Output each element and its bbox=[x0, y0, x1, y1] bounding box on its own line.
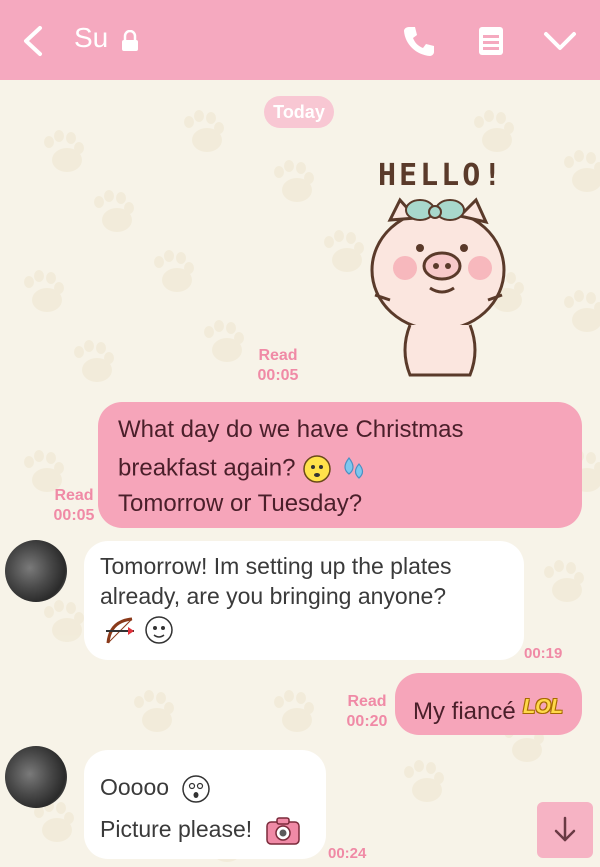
sweat-drops-icon bbox=[344, 457, 363, 479]
hello-pig-sticker[interactable]: HELLO! bbox=[350, 150, 520, 390]
bow-arrow-icon bbox=[106, 617, 134, 644]
message-time: 00:24 bbox=[328, 845, 367, 862]
face-sticker-icon bbox=[145, 616, 173, 644]
message-time: 00:05 bbox=[257, 367, 299, 384]
message-line: Tomorrow! Im setting up the plates bbox=[100, 553, 452, 579]
scroll-to-bottom-button[interactable] bbox=[537, 802, 593, 858]
message-read-receipt: Read 00:20 bbox=[337, 692, 397, 732]
message-text: My fiancé bbox=[413, 698, 516, 725]
read-label: Read bbox=[54, 487, 94, 504]
lock-icon bbox=[122, 30, 138, 51]
camera-icon bbox=[265, 817, 300, 845]
surprised-face-icon bbox=[182, 775, 211, 803]
scroll-down-arrow-icon bbox=[554, 816, 576, 842]
back-arrow-icon[interactable] bbox=[18, 24, 48, 58]
message-line: breakfast again? bbox=[118, 454, 296, 482]
lol-sticker: LOL bbox=[523, 696, 563, 718]
contact-avatar[interactable] bbox=[5, 540, 67, 602]
message-time: 00:20 bbox=[346, 713, 388, 730]
message-line: What day do we have Christmas bbox=[118, 416, 464, 443]
sticker-caption: HELLO! bbox=[378, 158, 505, 193]
message-line: Picture please! bbox=[100, 816, 253, 843]
message-line: already, are you bringing anyone? bbox=[100, 583, 447, 609]
message-read-receipt: Read 00:05 bbox=[44, 486, 104, 526]
worried-face-icon bbox=[303, 455, 331, 483]
chat-header: Su bbox=[0, 0, 600, 80]
message-time: 00:19 bbox=[524, 645, 563, 662]
message-line: Ooooo bbox=[100, 774, 170, 801]
message-line: Tomorrow or Tuesday? bbox=[118, 490, 363, 517]
phone-icon[interactable] bbox=[401, 24, 437, 58]
chat-title[interactable]: Su bbox=[74, 22, 108, 54]
contact-avatar[interactable] bbox=[5, 746, 67, 808]
read-label: Read bbox=[347, 693, 387, 710]
outgoing-message-bubble[interactable]: What day do we have Christmas breakfast … bbox=[98, 402, 582, 528]
incoming-message-bubble[interactable]: Ooooo Picture please! bbox=[84, 750, 326, 859]
incoming-message-bubble[interactable]: Tomorrow! Im setting up the plates alrea… bbox=[84, 541, 524, 660]
outgoing-message-bubble[interactable]: My fiancé LOL bbox=[395, 673, 582, 735]
menu-list-icon[interactable] bbox=[473, 24, 509, 58]
message-time: 00:05 bbox=[53, 507, 95, 524]
date-divider: Today bbox=[264, 96, 334, 128]
sticker-read-receipt: Read 00:05 bbox=[248, 346, 308, 386]
chevron-down-icon[interactable] bbox=[542, 24, 578, 58]
read-label: Read bbox=[258, 347, 298, 364]
